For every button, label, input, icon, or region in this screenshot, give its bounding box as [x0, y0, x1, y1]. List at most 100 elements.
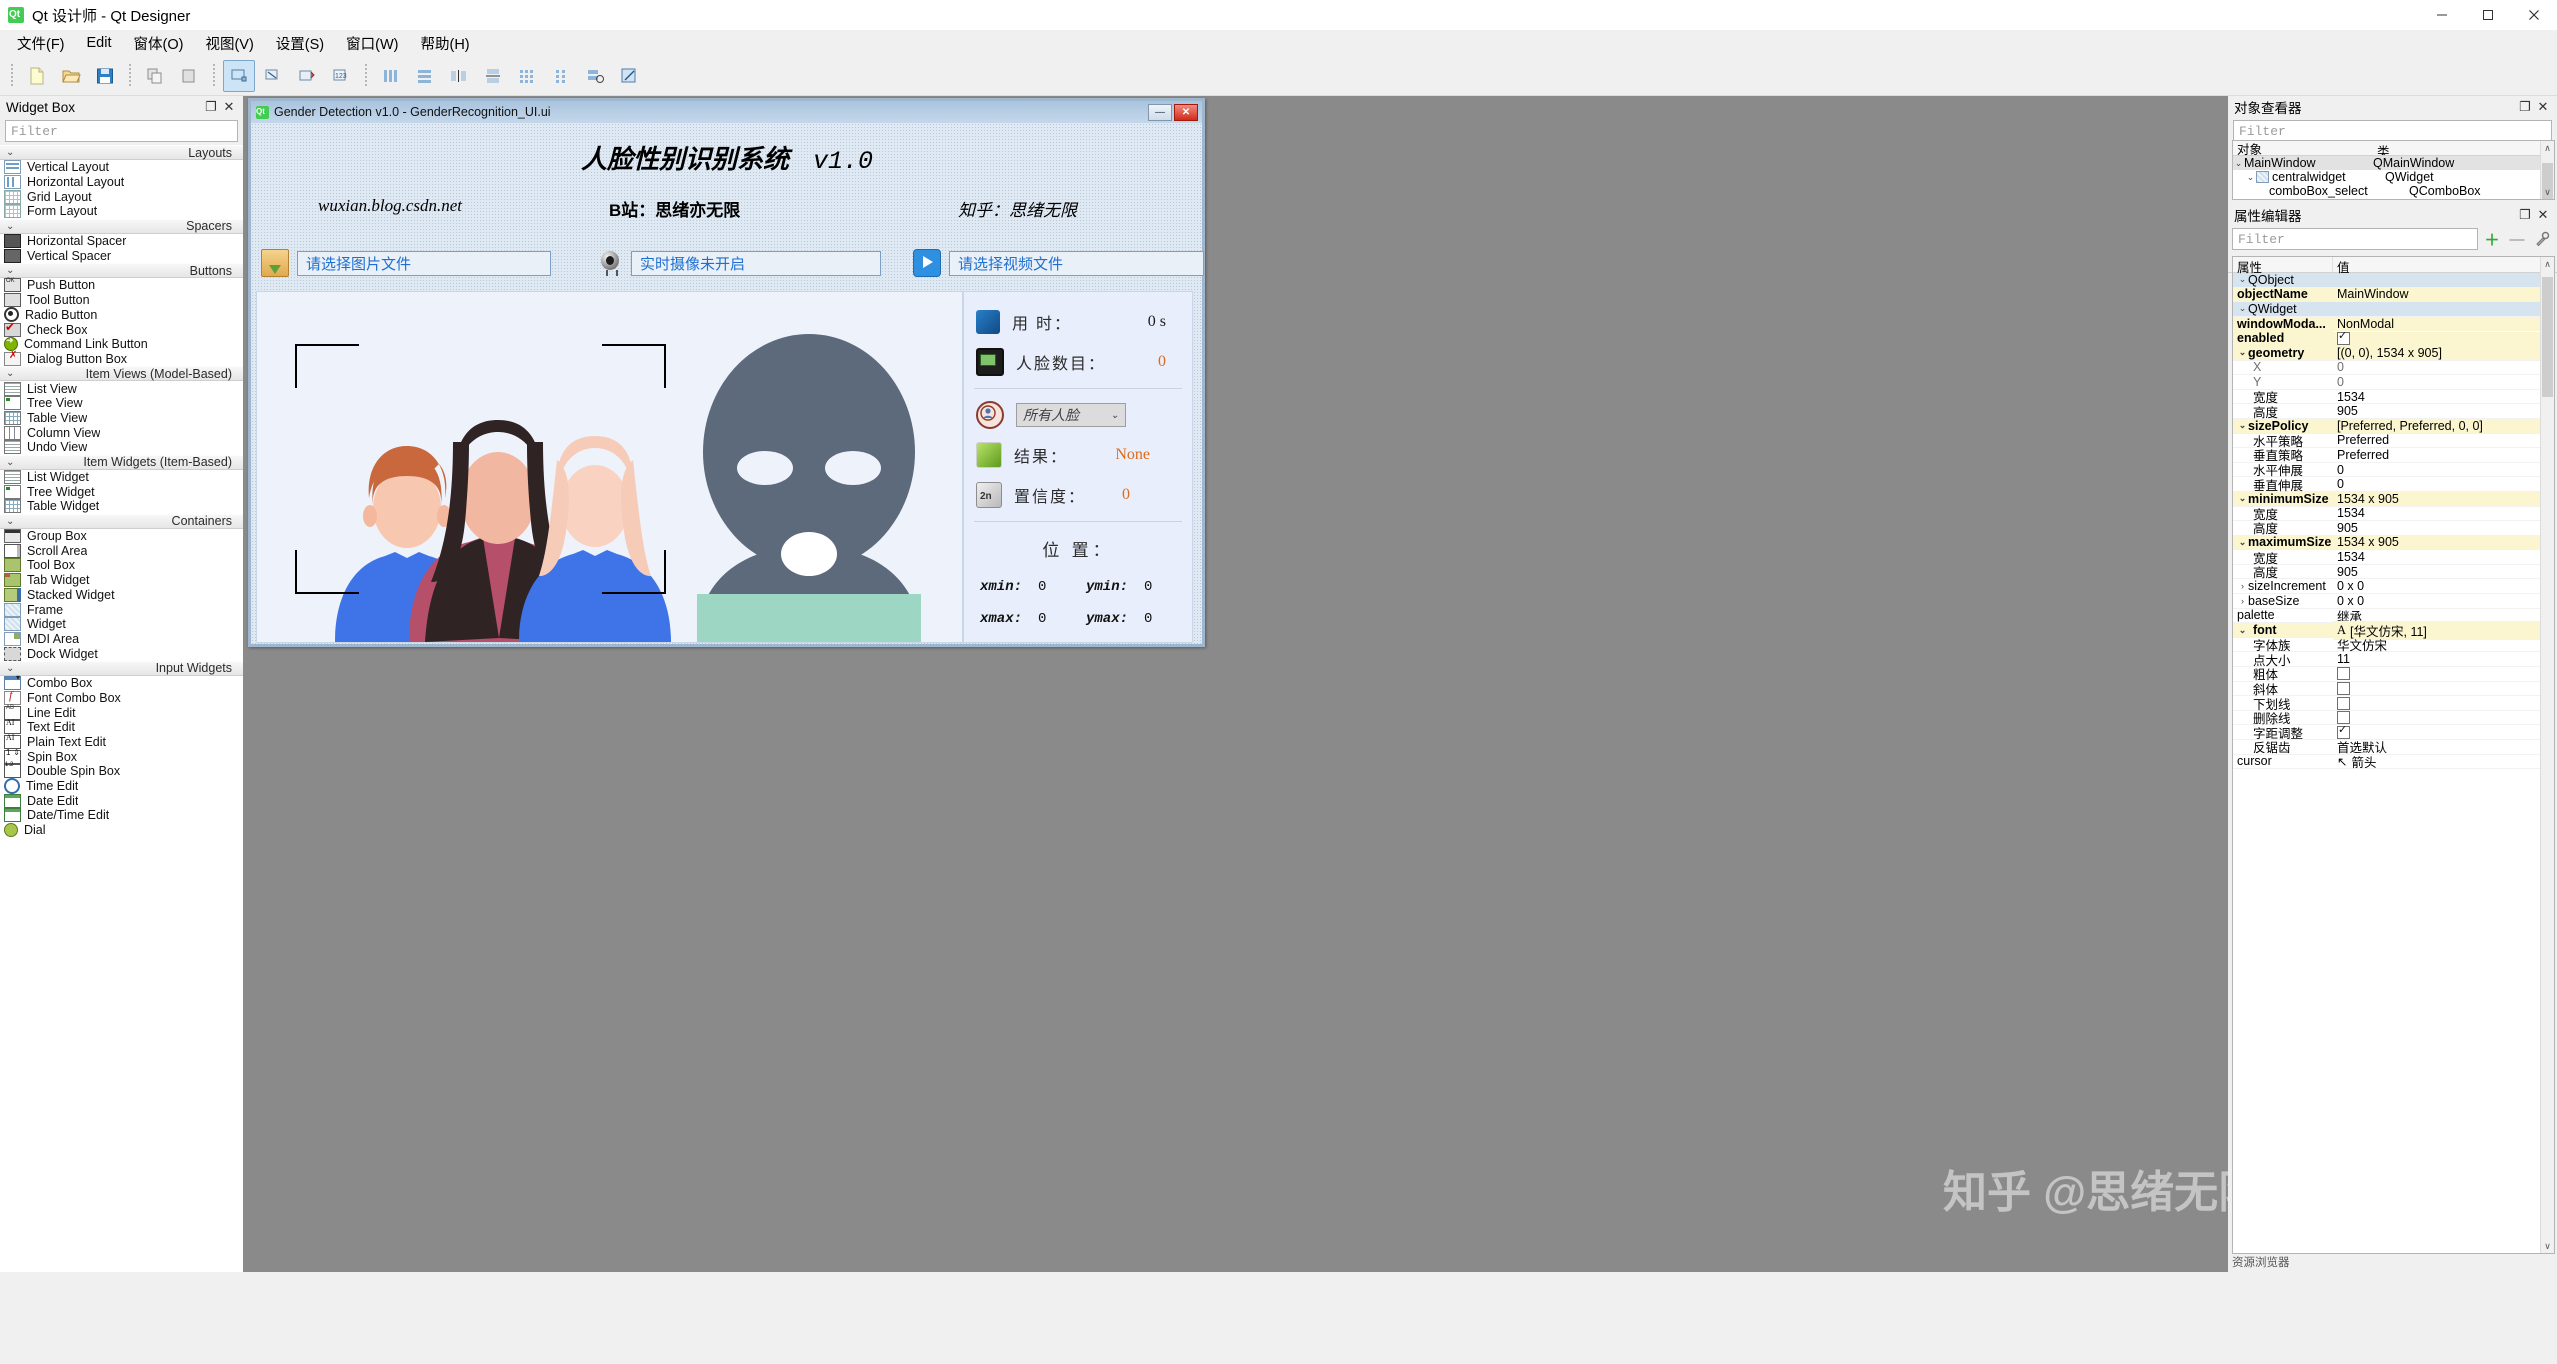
widget-item-radio-button[interactable]: Radio Button: [0, 307, 243, 323]
widget-item-scroll-area[interactable]: Scroll Area: [0, 543, 243, 558]
widget-item-list-view[interactable]: List View: [0, 381, 243, 396]
menu-window[interactable]: 窗口(W): [335, 30, 409, 57]
chevron-down-icon[interactable]: ⌄: [2237, 625, 2248, 636]
save-file-icon[interactable]: [89, 60, 121, 92]
property-editor-filter-input[interactable]: Filter: [2232, 228, 2478, 250]
property-value[interactable]: [2333, 696, 2554, 710]
layout-vertical-icon[interactable]: [409, 60, 441, 92]
widget-item-table-widget[interactable]: Table Widget: [0, 499, 243, 514]
image-path-field[interactable]: 请选择图片文件: [297, 250, 551, 276]
property-value[interactable]: ↖ 箭头: [2333, 752, 2554, 771]
property-value[interactable]: 905: [2333, 565, 2554, 579]
property-row[interactable]: ⌄ QObject: [2233, 273, 2554, 288]
property-row[interactable]: 高度 905: [2233, 404, 2554, 420]
property-row[interactable]: 高度 905: [2233, 565, 2554, 580]
property-editor-table[interactable]: 属性 值 ⌄ QObject objectName MainWindow ⌄ QWidge…: [2232, 256, 2555, 1254]
camera-selector[interactable]: 实时摄像未开启: [597, 250, 881, 276]
open-image-icon[interactable]: [261, 249, 289, 277]
property-value[interactable]: 1534: [2333, 506, 2554, 520]
chevron-right-icon[interactable]: ›: [2237, 596, 2248, 606]
property-value[interactable]: MainWindow: [2333, 287, 2554, 302]
close-icon[interactable]: ✕: [221, 99, 237, 115]
paste-icon[interactable]: [173, 60, 205, 92]
menu-view[interactable]: 视图(V): [194, 30, 264, 57]
property-row[interactable]: cursor ↖ 箭头: [2233, 752, 2554, 771]
property-value[interactable]: 1534: [2333, 550, 2554, 564]
property-value[interactable]: [2333, 667, 2554, 681]
edit-tab-order-icon[interactable]: 123: [325, 60, 357, 92]
layout-grid-icon[interactable]: [511, 60, 543, 92]
widget-category-containers[interactable]: ⌄ Containers: [0, 513, 243, 529]
scroll-up-icon[interactable]: ∧: [2541, 257, 2554, 271]
widget-item-font-combo-box[interactable]: Font Combo Box: [0, 688, 243, 706]
property-value[interactable]: [Preferred, Preferred, 0, 0]: [2333, 418, 2554, 433]
widget-category-layouts[interactable]: ⌄ Layouts: [0, 145, 243, 160]
minimize-icon[interactable]: [2419, 0, 2465, 30]
widget-category-item-widgets[interactable]: ⌄ Item Widgets (Item-Based): [0, 454, 243, 470]
chevron-down-icon[interactable]: ⌄: [2237, 347, 2248, 358]
image-display-area[interactable]: [256, 291, 963, 643]
float-icon[interactable]: ❐: [2517, 207, 2533, 223]
play-video-icon[interactable]: [913, 249, 941, 277]
widget-category-item-views[interactable]: ⌄ Item Views (Model-Based): [0, 366, 243, 382]
widget-item-date-time-edit[interactable]: Date/Time Edit: [0, 808, 243, 823]
widget-item-tool-box[interactable]: Tool Box: [0, 558, 243, 573]
chevron-down-icon[interactable]: ⌄: [2237, 537, 2248, 548]
add-icon[interactable]: ＋: [2481, 229, 2503, 249]
widget-item-push-button[interactable]: Push Button: [0, 278, 243, 293]
widget-item-spin-box[interactable]: Spin Box: [0, 748, 243, 764]
property-value[interactable]: Preferred: [2333, 433, 2554, 447]
close-icon[interactable]: ✕: [2535, 99, 2551, 115]
widget-item-tab-widget[interactable]: Tab Widget: [0, 573, 243, 588]
camera-icon[interactable]: [597, 250, 623, 276]
object-inspector-tree[interactable]: 对象 类 ⌄ MainWindow QMainWindow ⌄ centralwid…: [2232, 140, 2555, 200]
scroll-down-icon[interactable]: ∨: [2541, 1239, 2554, 1253]
menu-help[interactable]: 帮助(H): [409, 30, 480, 57]
new-file-icon[interactable]: [21, 60, 53, 92]
widget-item-table-view[interactable]: Table View: [0, 410, 243, 426]
object-row-centralwidget[interactable]: ⌄ centralwidget QWidget: [2233, 170, 2554, 184]
open-file-icon[interactable]: [55, 60, 87, 92]
checkbox[interactable]: [2337, 667, 2350, 681]
widget-item-widget[interactable]: Widget: [0, 617, 243, 632]
widget-item-command-link-button[interactable]: Command Link Button: [0, 335, 243, 352]
adjust-size-icon[interactable]: [613, 60, 645, 92]
scroll-up-icon[interactable]: ∧: [2541, 141, 2554, 155]
property-row[interactable]: enabled: [2233, 331, 2554, 346]
edit-buddies-icon[interactable]: [291, 60, 323, 92]
property-row[interactable]: 高度 905: [2233, 521, 2554, 536]
chevron-down-icon[interactable]: ⌄: [2233, 158, 2244, 169]
close-icon[interactable]: ✕: [2535, 207, 2551, 223]
property-value[interactable]: 905: [2333, 521, 2554, 535]
break-layout-icon[interactable]: [579, 60, 611, 92]
widget-item-group-box[interactable]: Group Box: [0, 529, 243, 544]
layout-horizontal-icon[interactable]: [375, 60, 407, 92]
form-close-button[interactable]: ✕: [1174, 103, 1198, 121]
widget-item-form-layout[interactable]: Form Layout: [0, 204, 243, 219]
checkbox[interactable]: [2337, 681, 2350, 695]
edit-signals-icon[interactable]: [257, 60, 289, 92]
widget-item-line-edit[interactable]: Line Edit: [0, 705, 243, 720]
image-file-selector[interactable]: 请选择图片文件: [261, 249, 551, 277]
menu-settings[interactable]: 设置(S): [265, 30, 335, 57]
chevron-down-icon[interactable]: ⌄: [2237, 420, 2248, 431]
video-file-selector[interactable]: 请选择视频文件: [913, 249, 1204, 277]
video-path-field[interactable]: 请选择视频文件: [949, 250, 1204, 276]
property-value[interactable]: [2333, 711, 2554, 725]
property-value[interactable]: NonModal: [2333, 316, 2554, 331]
property-row[interactable]: 垂直伸展 0: [2233, 477, 2554, 493]
widget-item-tool-button[interactable]: Tool Button: [0, 293, 243, 308]
chevron-down-icon[interactable]: ⌄: [2237, 274, 2248, 285]
widget-item-plain-text-edit[interactable]: Plain Text Edit: [0, 733, 243, 750]
property-value[interactable]: 0: [2333, 477, 2554, 491]
widget-category-input-widgets[interactable]: ⌄ Input Widgets: [0, 660, 243, 676]
property-value[interactable]: 11: [2333, 652, 2554, 666]
menu-file[interactable]: 文件(F): [6, 30, 76, 57]
property-row[interactable]: › sizeIncrement 0 x 0: [2233, 579, 2554, 595]
property-row[interactable]: windowModa... NonModal: [2233, 316, 2554, 332]
widget-item-combo-box[interactable]: Combo Box: [0, 673, 243, 691]
widget-item-stacked-widget[interactable]: Stacked Widget: [0, 587, 243, 603]
property-value[interactable]: [2333, 331, 2554, 345]
property-value[interactable]: Preferred: [2333, 448, 2554, 462]
form-window[interactable]: Gender Detection v1.0 - GenderRecognitio…: [248, 98, 1205, 647]
